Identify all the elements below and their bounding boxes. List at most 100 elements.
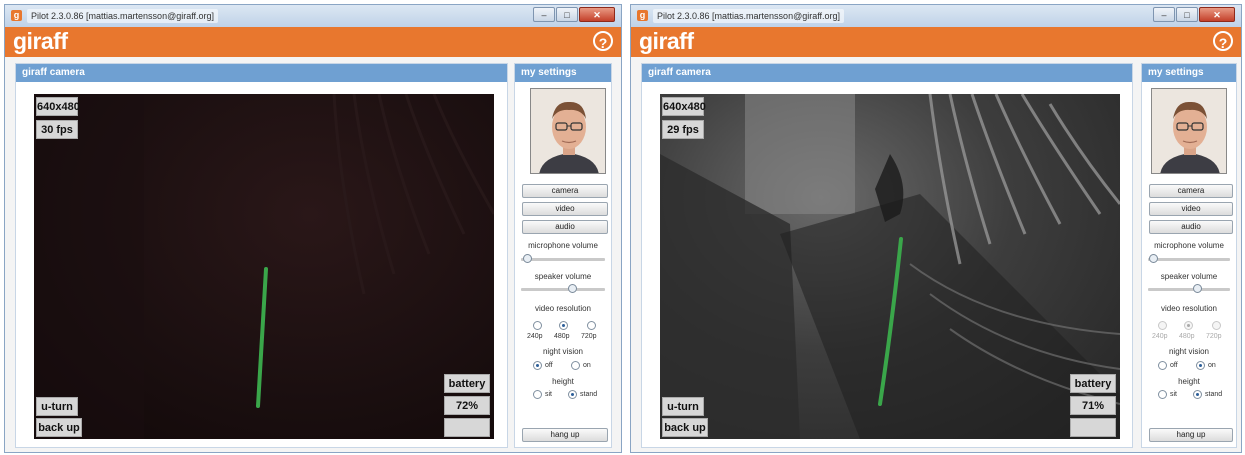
uturn-button[interactable]: u-turn [36,397,78,416]
resolution-readout: 640x480 [36,97,80,116]
resolution-240p-label: 240p [527,333,543,340]
user-avatar [530,88,606,174]
speaker-volume-slider[interactable] [1148,284,1230,293]
window-controls: – □ ✕ [533,7,615,22]
audio-button[interactable]: audio [522,220,608,234]
settings-panel-title: my settings [1142,64,1236,82]
fps-readout: 30 fps [36,120,78,139]
battery-gauge [1070,418,1116,437]
speaker-volume-slider[interactable] [521,284,605,293]
battery-label: battery [444,374,490,393]
hang-up-button[interactable]: hang up [1149,428,1233,442]
night-vision-label: night vision [542,347,584,356]
camera-video-feed[interactable]: 640x480 29 fps u-turn back up battery 71… [660,94,1120,439]
uturn-button[interactable]: u-turn [662,397,704,416]
app-icon: g [637,10,648,21]
microphone-volume-slider[interactable] [521,254,605,263]
resolution-720p-label: 720p [1206,333,1222,340]
resolution-480p-label: 480p [1179,333,1195,340]
microphone-volume-label: microphone volume [1154,241,1224,250]
resolution-480p-radio[interactable] [1184,321,1193,330]
night-vision-label: night vision [1168,347,1210,356]
camera-panel: giraff camera 640x480 29 fps u-turn back… [641,63,1133,448]
camera-panel-title: giraff camera [642,64,1132,82]
night-vision-off-label: off [545,362,553,369]
help-icon[interactable]: ? [593,31,613,51]
camera-button[interactable]: camera [522,184,608,198]
speaker-volume-knob[interactable] [568,284,577,293]
camera-video-feed[interactable]: 640x480 30 fps u-turn back up battery 72… [34,94,494,439]
height-stand-radio[interactable] [1193,390,1202,399]
close-button[interactable]: ✕ [1199,7,1235,22]
close-button[interactable]: ✕ [579,7,615,22]
minimize-button[interactable]: – [533,7,555,22]
height-sit-radio[interactable] [533,390,542,399]
maximize-button[interactable]: □ [1176,7,1198,22]
resolution-720p-label: 720p [581,333,597,340]
title-bar: g Pilot 2.3.0.86 [mattias.martensson@gir… [5,5,621,27]
resolution-720p-radio[interactable] [1212,321,1221,330]
pilot-window-left: g Pilot 2.3.0.86 [mattias.martensson@gir… [4,4,622,453]
app-header: giraff ? [631,27,1241,57]
giraff-logo: giraff [13,28,68,54]
height-label: height [552,377,574,386]
app-icon: g [11,10,22,21]
night-vision-off-radio[interactable] [533,361,542,370]
video-scene [660,94,1120,439]
speaker-volume-knob[interactable] [1193,284,1202,293]
window-title: Pilot 2.3.0.86 [mattias.martensson@giraf… [653,9,845,23]
night-vision-off-radio[interactable] [1158,361,1167,370]
resolution-240p-radio[interactable] [1158,321,1167,330]
minimize-button[interactable]: – [1153,7,1175,22]
help-icon[interactable]: ? [1213,31,1233,51]
giraff-logo: giraff [639,28,694,54]
night-vision-on-label: on [583,362,591,369]
settings-panel-title: my settings [515,64,611,82]
night-vision-on-radio[interactable] [1196,361,1205,370]
maximize-button[interactable]: □ [556,7,578,22]
fps-readout: 29 fps [662,120,704,139]
camera-panel-title: giraff camera [16,64,507,82]
backup-button[interactable]: back up [36,418,82,437]
video-button[interactable]: video [1149,202,1233,216]
speaker-volume-label: speaker volume [1160,272,1218,281]
height-sit-label: sit [545,391,552,398]
video-resolution-label: video resolution [1160,304,1218,313]
resolution-720p-radio[interactable] [587,321,596,330]
window-controls: – □ ✕ [1153,7,1235,22]
resolution-readout: 640x480 [662,97,706,116]
video-scene [34,94,494,439]
height-label: height [1178,377,1200,386]
window-title: Pilot 2.3.0.86 [mattias.martensson@giraf… [27,9,219,23]
title-bar: g Pilot 2.3.0.86 [mattias.martensson@gir… [631,5,1241,27]
microphone-volume-knob[interactable] [523,254,532,263]
pilot-window-right: g Pilot 2.3.0.86 [mattias.martensson@gir… [630,4,1242,453]
microphone-volume-slider[interactable] [1148,254,1230,263]
settings-panel: my settings camera video audio microphon… [514,63,612,448]
battery-gauge [444,418,490,437]
drive-path-line [256,267,268,408]
battery-label: battery [1070,374,1116,393]
night-vision-on-label: on [1208,362,1216,369]
camera-panel: giraff camera 640x480 30 fps u-turn back… [15,63,508,448]
video-button[interactable]: video [522,202,608,216]
resolution-480p-radio[interactable] [559,321,568,330]
audio-button[interactable]: audio [1149,220,1233,234]
user-avatar [1151,88,1227,174]
height-sit-label: sit [1170,391,1177,398]
resolution-480p-label: 480p [554,333,570,340]
camera-button[interactable]: camera [1149,184,1233,198]
hang-up-button[interactable]: hang up [522,428,608,442]
microphone-volume-label: microphone volume [528,241,598,250]
height-sit-radio[interactable] [1158,390,1167,399]
night-vision-off-label: off [1170,362,1178,369]
microphone-volume-knob[interactable] [1149,254,1158,263]
height-stand-radio[interactable] [568,390,577,399]
height-stand-label: stand [1205,391,1223,398]
night-vision-on-radio[interactable] [571,361,580,370]
app-header: giraff ? [5,27,621,57]
height-stand-label: stand [580,391,598,398]
resolution-240p-label: 240p [1152,333,1168,340]
resolution-240p-radio[interactable] [533,321,542,330]
backup-button[interactable]: back up [662,418,708,437]
